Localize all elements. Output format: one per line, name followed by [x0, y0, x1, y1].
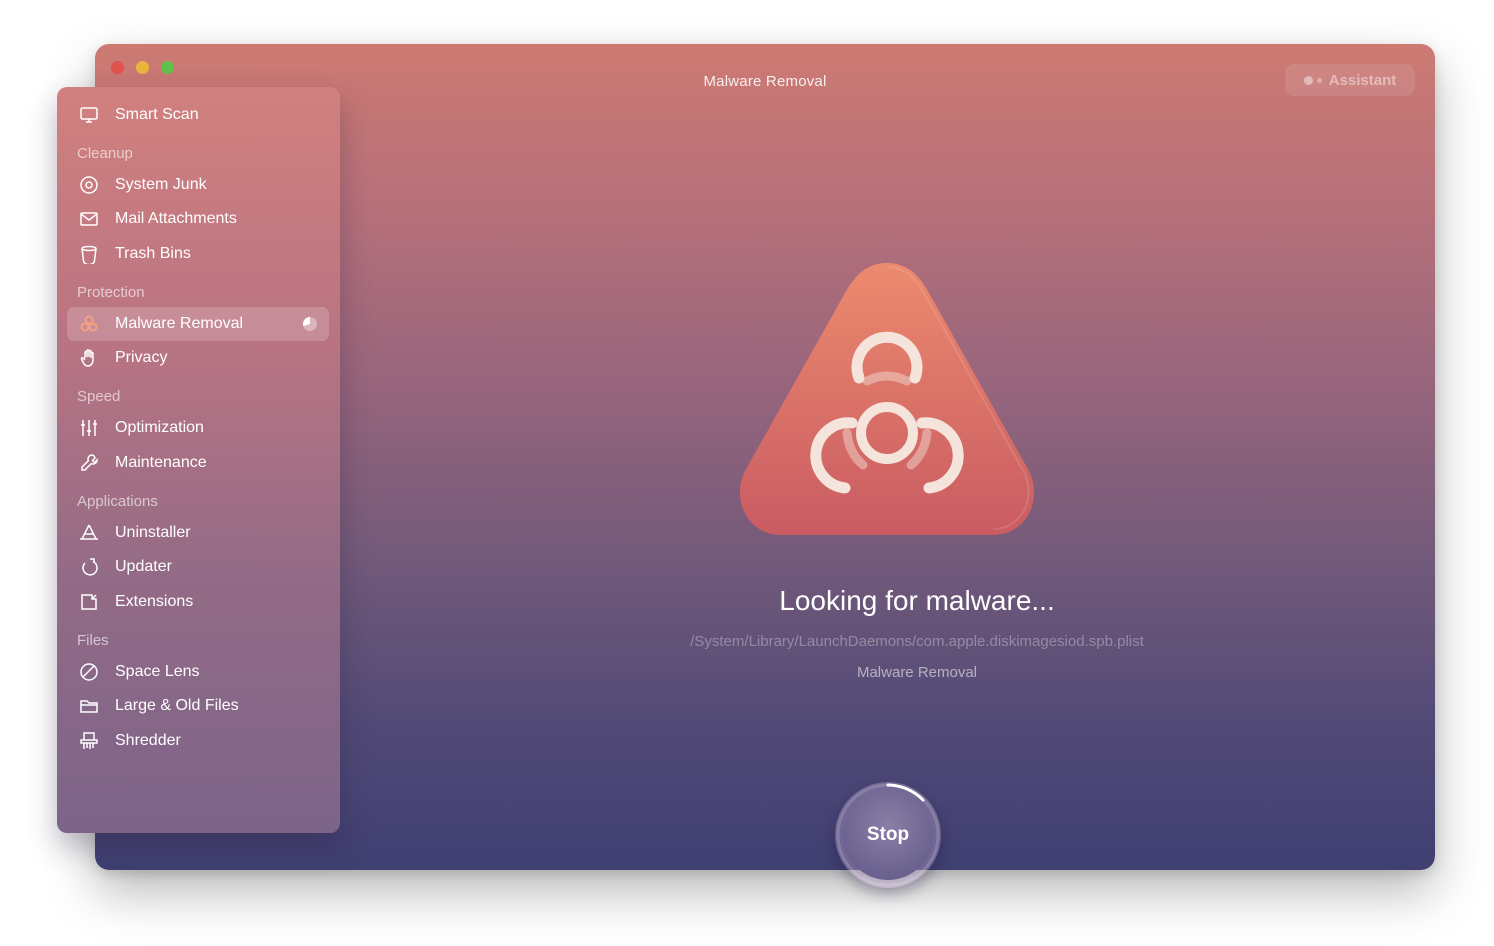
sidebar-item-space-lens[interactable]: Space Lens	[67, 655, 329, 689]
sidebar-item-label: Maintenance	[115, 454, 207, 471]
sidebar-item-label: Uninstaller	[115, 524, 191, 541]
sidebar-item-mail-attachments[interactable]: Mail Attachments	[67, 202, 329, 236]
stop-button[interactable]: Stop	[843, 790, 933, 880]
extensions-icon	[78, 591, 100, 613]
sidebar-item-system-junk[interactable]: System Junk	[67, 168, 329, 202]
folder-icon	[78, 695, 100, 717]
shredder-icon	[78, 730, 100, 752]
sidebar-item-label: Mail Attachments	[115, 210, 237, 227]
current-file-path: /System/Library/LaunchDaemons/com.apple.…	[690, 633, 1144, 650]
update-arrow-icon	[78, 556, 100, 578]
sidebar: Smart Scan Cleanup System Junk Mail Atta…	[57, 87, 340, 833]
section-title-protection: Protection	[77, 284, 145, 301]
section-title-speed: Speed	[77, 388, 121, 405]
sidebar-item-label: Large & Old Files	[115, 697, 239, 714]
biohazard-icon	[78, 313, 100, 335]
sidebar-item-label: Shredder	[115, 732, 181, 749]
sidebar-item-label: Smart Scan	[115, 106, 199, 123]
lens-icon	[78, 661, 100, 683]
sidebar-item-uninstaller[interactable]: Uninstaller	[67, 516, 329, 550]
sidebar-item-extensions[interactable]: Extensions	[67, 585, 329, 619]
sidebar-item-updater[interactable]: Updater	[67, 550, 329, 584]
monitor-icon	[78, 104, 100, 126]
disc-icon	[78, 174, 100, 196]
envelope-icon	[78, 208, 100, 230]
sidebar-item-smart-scan[interactable]: Smart Scan	[67, 98, 329, 132]
sidebar-item-privacy[interactable]: Privacy	[67, 341, 329, 375]
sidebar-item-optimization[interactable]: Optimization	[67, 411, 329, 445]
sidebar-item-trash-bins[interactable]: Trash Bins	[67, 237, 329, 271]
hand-icon	[78, 347, 100, 369]
assistant-status-icon	[1303, 75, 1313, 85]
assistant-label: Assistant	[1328, 71, 1397, 89]
sidebar-item-label: Malware Removal	[115, 315, 244, 332]
sidebar-item-label: Space Lens	[115, 663, 200, 680]
sidebar-item-label: Trash Bins	[115, 245, 191, 262]
sidebar-item-label: System Junk	[115, 176, 207, 193]
scan-status-text: Looking for malware...	[779, 585, 1055, 616]
apps-icon	[78, 522, 100, 544]
assistant-dot-icon	[1316, 77, 1322, 83]
sidebar-item-label: Privacy	[115, 349, 168, 366]
sidebar-item-shredder[interactable]: Shredder	[67, 724, 329, 758]
stop-button-ring: Stop	[835, 782, 941, 888]
section-title-cleanup: Cleanup	[77, 145, 133, 162]
trash-icon	[78, 243, 100, 265]
assistant-button[interactable]: Assistant	[1285, 64, 1415, 96]
section-title-files: Files	[77, 632, 109, 649]
progress-spinner-icon	[303, 317, 317, 331]
sidebar-item-label: Optimization	[115, 419, 204, 436]
sidebar-item-label: Extensions	[115, 593, 194, 610]
sidebar-item-malware-removal[interactable]: Malware Removal	[67, 307, 329, 341]
sliders-icon	[78, 417, 100, 439]
sidebar-item-large-old-files[interactable]: Large & Old Files	[67, 689, 329, 723]
sidebar-item-maintenance[interactable]: Maintenance	[67, 446, 329, 480]
wrench-icon	[78, 452, 100, 474]
sidebar-item-label: Updater	[115, 558, 172, 575]
section-title-applications: Applications	[77, 493, 158, 510]
module-name-label: Malware Removal	[856, 664, 978, 681]
biohazard-triangle-icon	[737, 253, 1037, 543]
